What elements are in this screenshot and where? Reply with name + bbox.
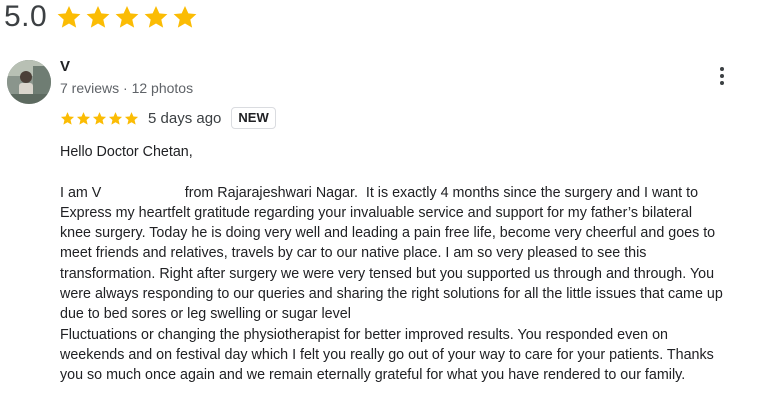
star-icon: [124, 111, 139, 125]
star-icon: [108, 111, 123, 125]
reviewer-name[interactable]: V: [60, 58, 70, 75]
star-icon: [92, 111, 107, 125]
review-line: you so much once again and we remain ete…: [60, 367, 686, 384]
new-badge: NEW: [231, 107, 276, 129]
star-icon: [60, 111, 75, 125]
star-icon: [173, 5, 197, 28]
rating-score: 5.0: [4, 0, 48, 33]
review-line: Fluctuations or changing the physiothera…: [60, 326, 668, 343]
review-date: 5 days ago: [148, 109, 222, 127]
review-line: I am V from Rajarajeshwari Nagar. It is …: [60, 184, 699, 201]
more-vertical-icon[interactable]: [710, 64, 734, 88]
reviewer-meta[interactable]: 7 reviews · 12 photos: [60, 80, 193, 96]
review-page: 5.0 V 7 reviews · 12 photos 5 days ago N…: [0, 0, 768, 405]
review-line: Express my heartfelt gratitude regarding…: [60, 204, 693, 221]
review-text: Hello Doctor Chetan, I am V from Rajaraj…: [60, 142, 766, 386]
review-line: transformation. Right after surgery we w…: [60, 265, 715, 282]
star-icon: [57, 5, 81, 28]
star-icon: [115, 5, 139, 28]
review-line: meet friends and relatives, travels by c…: [60, 245, 647, 262]
review-line: due to bed sores or leg swelling or suga…: [60, 306, 351, 323]
review-line: were always responding to our queries an…: [60, 286, 723, 303]
review-meta-row: 5 days ago NEW: [60, 106, 276, 130]
rating-stars: [56, 4, 198, 30]
review-line: weekends and on festival day which I fel…: [60, 346, 714, 363]
review-greeting: Hello Doctor Chetan,: [60, 144, 193, 160]
avatar[interactable]: [7, 60, 51, 104]
avatar-photo: [7, 60, 51, 104]
star-icon: [76, 111, 91, 125]
review-line: knee surgery. Today he is doing very wel…: [60, 225, 716, 242]
review-stars: [60, 111, 139, 126]
star-icon: [86, 5, 110, 28]
rating-summary: 5.0: [4, 0, 198, 34]
star-icon: [144, 5, 168, 28]
